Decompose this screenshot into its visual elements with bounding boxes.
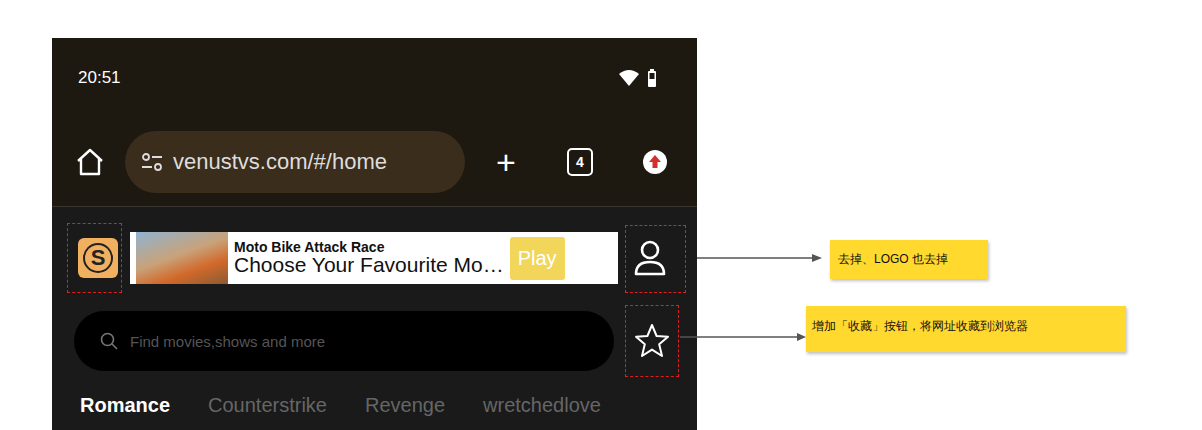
arrow-head-icon	[797, 333, 806, 341]
url-text[interactable]: venustvs.com/#/home	[173, 149, 387, 175]
ad-image	[136, 232, 228, 284]
address-bar[interactable]: venustvs.com/#/home	[125, 131, 465, 193]
search-placeholder: Find movies,shows and more	[130, 333, 325, 350]
ad-banner[interactable]: Moto Bike Attack Race Choose Your Favour…	[130, 232, 618, 284]
ad-title: Moto Bike Attack Race	[234, 240, 504, 255]
arrows	[0, 0, 1202, 430]
category-tab[interactable]: Romance	[80, 394, 170, 417]
status-time: 20:51	[78, 68, 121, 88]
ad-play-button[interactable]: Play	[510, 237, 565, 280]
arrow-head-icon	[812, 254, 822, 262]
new-tab-button[interactable]: +	[491, 143, 521, 182]
browser-toolbar: venustvs.com/#/home + 4	[52, 118, 697, 207]
category-tab[interactable]: Revenge	[365, 394, 445, 417]
category-tabs: Romance Counterstrike Revenge wretchedlove	[52, 394, 697, 417]
status-bar: 20:51	[52, 38, 697, 118]
update-icon[interactable]	[642, 149, 668, 175]
tab-count-button[interactable]: 4	[567, 148, 593, 176]
battery-icon	[647, 69, 657, 87]
ad-text: Choose Your Favourite Mo…	[234, 254, 504, 276]
arrow-line	[697, 257, 812, 259]
search-field[interactable]: Find movies,shows and more	[74, 311, 614, 371]
category-tab[interactable]: Counterstrike	[208, 394, 327, 417]
phone-screen: 20:51 venustvs.com/#/home + 4 S Moto Bik…	[52, 38, 697, 430]
annotated-screenshot: 20:51 venustvs.com/#/home + 4 S Moto Bik…	[0, 0, 1202, 430]
site-settings-icon[interactable]	[141, 153, 163, 171]
home-icon[interactable]	[75, 147, 105, 177]
wifi-icon	[619, 70, 639, 86]
highlight-box	[625, 305, 679, 377]
search-icon	[100, 332, 118, 350]
logo-letter: S	[83, 243, 113, 273]
highlight-box	[67, 223, 122, 293]
highlight-box	[625, 225, 686, 293]
annotation-note: 增加「收藏」按钮，将网址收藏到浏览器	[806, 306, 1126, 352]
site-logo[interactable]: S	[78, 238, 118, 278]
arrow-line	[680, 336, 797, 338]
user-icon[interactable]	[632, 238, 668, 278]
page-content: S Moto Bike Attack Race Choose Your Favo…	[52, 207, 697, 430]
category-tab[interactable]: wretchedlove	[483, 394, 601, 417]
annotation-note: 去掉、LOGO 也去掉	[830, 240, 988, 279]
star-icon[interactable]	[633, 322, 671, 360]
